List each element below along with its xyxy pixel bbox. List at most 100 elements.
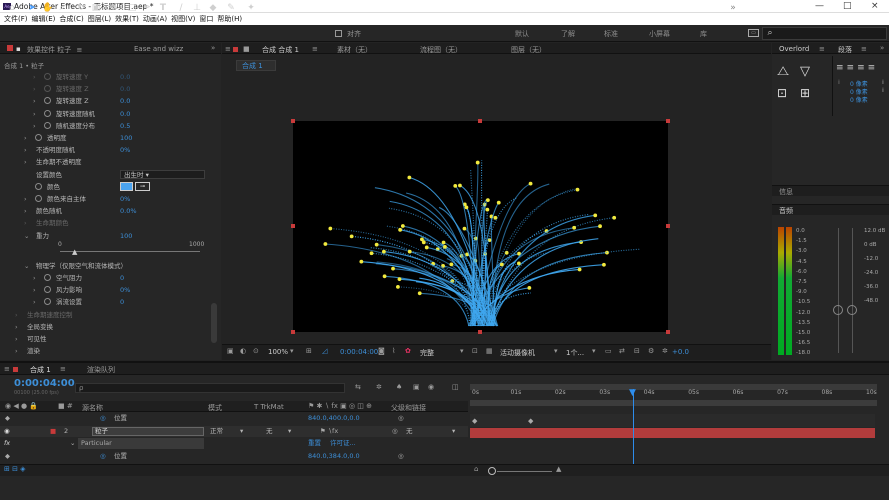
stopwatch-icon[interactable] [44, 121, 51, 129]
tab-audio[interactable]: 音频 [779, 206, 793, 216]
push-shape-icon[interactable]: ⧍ [777, 64, 789, 79]
effect-property-value[interactable]: 0.5 [120, 120, 130, 132]
keyframe-icon[interactable]: ◆ [472, 417, 477, 425]
tab-menu-icon-5[interactable]: ≡ [60, 365, 66, 373]
chevron-right-icon[interactable]: › [33, 71, 41, 83]
camera-tool-icon[interactable]: ▣ [91, 3, 101, 13]
time-ruler[interactable]: 0s 01s 02s 03s 04s 05s 06s 07s 08s 10s [470, 389, 877, 399]
clone-stamp-icon[interactable]: ⊥ [192, 3, 202, 13]
chevron-right-icon[interactable]: › [24, 156, 32, 168]
timeline-close-icon[interactable] [13, 367, 18, 372]
bbox-handle[interactable] [666, 224, 670, 228]
comp-breadcrumb-tab[interactable]: 合成 1 [236, 60, 276, 71]
chevron-right-icon[interactable]: › [15, 333, 23, 345]
property-value[interactable]: 840.0,400.0,0.0 [308, 413, 360, 424]
menu-item-0[interactable]: 文件(F) [4, 15, 28, 23]
effect-property-row[interactable]: › 渲染 [0, 345, 220, 357]
stopwatch-icon[interactable] [35, 182, 42, 190]
maximize-button[interactable]: □ [843, 0, 852, 13]
source-name-header[interactable]: 源名称 [82, 403, 103, 413]
chevron-right-icon[interactable]: › [15, 321, 23, 333]
bbox-handle[interactable] [291, 224, 295, 228]
tab-comp-timeline[interactable]: 合成 1 [30, 365, 51, 375]
tab-menu-icon-2[interactable]: ≡ [312, 45, 318, 53]
tab-menu-icon[interactable]: ≡ [76, 46, 82, 54]
camera-select[interactable]: 活动摄像机 [500, 348, 535, 358]
timecode-display[interactable]: 0:00:04:00 [340, 348, 378, 356]
bbox-handle[interactable] [478, 119, 482, 123]
effect-property-value[interactable]: 0% [120, 144, 130, 156]
eraser-tool-icon[interactable]: ◆ [208, 3, 218, 13]
roto-brush-icon[interactable]: ✎ [226, 3, 236, 13]
effect-property-value[interactable]: 100 [120, 132, 132, 144]
tab-menu-icon-3[interactable]: ≡ [819, 45, 825, 53]
gravity-slider-thumb[interactable]: ▲ [72, 248, 77, 256]
stopwatch-icon[interactable] [44, 286, 51, 294]
add-layer-icon[interactable]: ⊞ [800, 86, 810, 100]
chevron-right-icon[interactable]: › [33, 272, 41, 284]
effect-property-row[interactable]: › 空气阻力 0 [0, 272, 220, 284]
chevron-right-icon[interactable]: › [33, 120, 41, 132]
panel-close-icon[interactable] [7, 45, 13, 51]
snapshot-icon[interactable]: ◙ [378, 347, 385, 355]
pen-tool-icon[interactable]: ✒ [142, 3, 152, 13]
panel-more-icon-2[interactable]: » [880, 44, 884, 52]
layer-property-row[interactable]: fx ⌄ Particular 重置 许可证... [0, 438, 468, 449]
effect-property-row[interactable]: › 旋转速度 Y 0.0 [0, 71, 220, 83]
zoom-in-icon[interactable]: ▲ [556, 465, 561, 473]
image-import-icon[interactable]: ⊡ [777, 86, 787, 100]
effect-property-value[interactable]: 0 [120, 272, 124, 284]
effect-property-value[interactable]: 0.0 [120, 95, 130, 107]
effect-property-row[interactable]: › 旋转速度 Z 0.0 [0, 95, 220, 107]
comp-panel-menu-icon[interactable]: ≡ [225, 45, 231, 53]
always-preview-icon[interactable]: ▣ [227, 347, 234, 355]
chevron-right-icon[interactable]: › [24, 205, 32, 217]
layer-search-input[interactable]: ρ [75, 383, 345, 393]
keyframe-icon[interactable]: ◆ [528, 417, 533, 425]
puppet-pin-icon[interactable]: ✦ [246, 3, 256, 13]
home-icon[interactable]: ⌂ [7, 3, 17, 13]
stopwatch-icon[interactable] [35, 195, 42, 202]
effect-name[interactable]: Particular [78, 438, 204, 449]
comp-canvas[interactable] [293, 121, 668, 332]
property-label[interactable]: 位置 [114, 451, 127, 462]
chevron-down-icon[interactable]: ⌄ [24, 260, 32, 272]
bbox-handle[interactable] [666, 330, 670, 334]
graph-editor-icon[interactable]: ◫ [452, 383, 459, 391]
layer-duration-bar[interactable] [470, 428, 875, 438]
color-channel-icon[interactable]: ✿ [405, 347, 411, 355]
chevron-right-icon[interactable]: › [24, 132, 32, 144]
workspace-library[interactable]: 库 [700, 29, 707, 39]
chevron-right-icon[interactable]: › [33, 83, 41, 95]
tab-footage[interactable]: 素材（无） [337, 45, 372, 55]
workspace-more-icon[interactable]: » [728, 3, 738, 13]
lock-icon[interactable]: ▪ [16, 45, 21, 53]
stopwatch-icon[interactable] [44, 109, 51, 117]
eyedropper-icon[interactable]: ⊸ [135, 182, 150, 191]
mode-header[interactable]: 模式 [208, 403, 222, 413]
comp-lock-icon[interactable]: ■ [243, 45, 250, 53]
layer-property-row[interactable]: ◆ ◎ 位置 840.0,384.0,0.0 ◎ [0, 451, 468, 462]
effect-property-row[interactable]: › 旋转速度随机 0.0 [0, 108, 220, 120]
toggle-pixel-icon[interactable]: ▭ [605, 347, 612, 355]
motion-blur-icon[interactable]: ◉ [428, 383, 434, 391]
reset-link[interactable]: 重置 [308, 438, 321, 449]
zoom-out-icon[interactable]: ⌂ [474, 465, 478, 473]
shy-layers-icon[interactable]: ♠ [396, 383, 402, 391]
workspace-default[interactable]: 默认 [515, 29, 529, 39]
layer-number[interactable]: 2 [64, 426, 68, 437]
chevron-right-icon[interactable]: › [33, 95, 41, 107]
effect-property-value[interactable]: 0% [120, 193, 130, 205]
comp-close-icon[interactable] [233, 47, 238, 52]
frame-blending-icon[interactable]: ▣ [413, 383, 420, 391]
effect-property-value[interactable]: 0.0 [120, 108, 130, 120]
hand-tool-icon[interactable]: ✋ [42, 3, 53, 13]
chevron-right-icon[interactable]: › [33, 284, 41, 296]
effect-property-value[interactable]: 0.0% [120, 205, 137, 217]
flowchart-icon[interactable]: ⚙ [648, 347, 654, 355]
panel-more-icon[interactable]: » [211, 44, 215, 52]
effect-property-row[interactable]: › 生命期速度控制 [0, 309, 220, 321]
sync-settings-icon[interactable]: ▭ [748, 29, 759, 37]
parent-select[interactable]: 无 [406, 426, 413, 437]
effect-property-row[interactable]: › 颜色随机 0.0% [0, 205, 220, 217]
